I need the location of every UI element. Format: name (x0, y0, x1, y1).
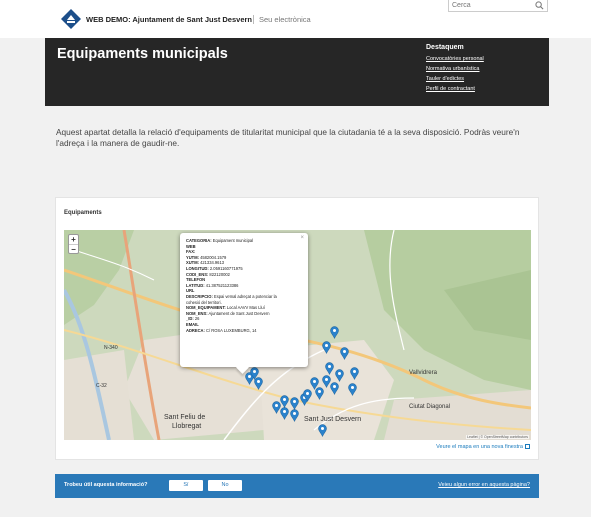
feedback-yes-button[interactable]: Sí (169, 480, 203, 491)
map-marker-icon[interactable] (329, 326, 339, 339)
popup-row-key: EMAIL (186, 321, 199, 327)
highlight-link-perfil[interactable]: Perfil de contractant (426, 84, 546, 94)
map-marker-icon[interactable] (317, 424, 327, 437)
municipality-logo-icon[interactable] (60, 8, 82, 30)
open-map-new-window-link[interactable]: Veure el mapa en una nova finestra (436, 444, 530, 450)
map-marker-icon[interactable] (289, 409, 299, 422)
map-label-ciutat-diagonal: Ciutat Diagonal (409, 404, 451, 410)
highlight-link-convocatories[interactable]: Convocatòries personal (426, 54, 546, 64)
zoom-control: + − (68, 234, 79, 254)
popup-row-value: 2.0591160771975 (208, 265, 243, 271)
popup-row-value: Equipament municipal (211, 238, 254, 243)
popup-row-key: LONGITUD: (186, 265, 209, 271)
popup-row-value: 26 (193, 316, 200, 322)
sub-site-name[interactable]: Seu electrònica (253, 15, 311, 24)
popup-content: CATEGORIA: Equipament municipal WEB FAX: YU… (186, 238, 302, 333)
equipaments-map[interactable]: N-340 C-32 Vallvidrera Ciutat Diagonal S… (64, 230, 531, 440)
site-name[interactable]: WEB DEMO: Ajuntament de Sant Just Desver… (86, 15, 252, 24)
popup-close-button[interactable]: × (300, 235, 304, 241)
map-attribution[interactable]: Leaflet | © OpenStreetMap contributors (466, 435, 529, 439)
popup-row-value: cohesió del territori. (186, 299, 222, 305)
highlight-link-normativa[interactable]: Normativa urbanística (426, 64, 546, 74)
zoom-out-button[interactable]: − (69, 244, 78, 254)
map-marker-icon[interactable] (302, 389, 312, 402)
external-link-icon (525, 444, 530, 450)
map-marker-icon[interactable] (314, 387, 324, 400)
search-icon[interactable] (535, 1, 544, 10)
map-label-vallvidrera: Vallvidrera (409, 370, 437, 376)
popup-row-key: XUTM: (186, 260, 199, 266)
map-marker-icon[interactable] (334, 369, 344, 382)
search-input[interactable] (452, 0, 532, 11)
map-label-road-n340: N-340 (104, 345, 118, 351)
top-bar: WEB DEMO: Ajuntament de Sant Just Desver… (0, 0, 591, 38)
popup-row-key: URL (186, 288, 195, 294)
map-label-sant-just: Sant Just Desvern (304, 416, 362, 423)
equipaments-card: Equipaments N-340 C-32 Vallvidrera Ciuta… (55, 197, 539, 460)
map-marker-icon[interactable] (324, 362, 334, 375)
report-error-link[interactable]: Veieu algun error en aquesta pàgina? (438, 482, 530, 488)
intro-text: Aquest apartat detalla la relació d'equi… (56, 127, 520, 148)
popup-row-key: CATEGORIA: (186, 238, 212, 243)
page-header: Equipaments municipals Destaquem Convoca… (45, 38, 549, 106)
map-marker-icon[interactable] (279, 407, 289, 420)
highlights-box: Destaquem Convocatòries personal Normati… (426, 44, 546, 94)
feedback-question: Trobeu útil aquesta informació? (64, 482, 148, 488)
popup-row-key: DESCRIPCIO: (186, 293, 213, 299)
popup-row-key: NOM_ENS: (186, 310, 208, 316)
popup-row-value: 822120002 (208, 271, 230, 277)
search-box (448, 0, 548, 12)
map-marker-icon[interactable] (329, 382, 339, 395)
popup-row-key: WEB (186, 243, 196, 249)
map-label-sant-feliu: Sant Feliu de (164, 414, 206, 421)
popup-row-key: FAX: (186, 249, 196, 255)
zoom-in-button[interactable]: + (69, 235, 78, 244)
popup-row-value: Local AAVV Mas Lluí (225, 305, 265, 311)
map-marker-icon[interactable] (349, 367, 359, 380)
popup-row: ADRECA: C/ ROSA LUXEMBURG, 14 (186, 328, 302, 334)
map-label-llobregat: Llobregat (172, 423, 202, 430)
popup-row-value: Ajuntament de Sant Just Desvern (207, 310, 270, 316)
popup-row-key: CODI_ENS: (186, 271, 209, 277)
card-title: Equipaments (64, 210, 102, 216)
map-marker-icon[interactable] (321, 341, 331, 354)
map-marker-icon[interactable] (347, 383, 357, 396)
popup-row-key: TELEFON (186, 277, 206, 283)
highlight-link-tauler[interactable]: Tauler d'edictes (426, 74, 546, 84)
popup-row-value: C/ ROSA LUXEMBURG, 14 (204, 327, 257, 333)
popup-row-value: 41.387521123386 (204, 282, 239, 288)
highlights-title: Destaquem (426, 44, 464, 51)
popup-row-key: NOM_EQUIPAMENT: (186, 305, 226, 311)
feedback-no-button[interactable]: No (208, 480, 242, 491)
popup-row-value: 4582004.1579 (198, 254, 227, 260)
open-map-link-label: Veure el mapa en una nova finestra (436, 444, 523, 450)
popup-row-value: Espai veïnal adreçat a potenciar la (212, 293, 277, 299)
popup-row-value: 421334.9613 (198, 260, 225, 266)
popup-row-key: _ID: (186, 316, 194, 322)
map-popup: × CATEGORIA: Equipament municipal WEB FAX:… (180, 233, 308, 374)
page-title: Equipaments municipals (57, 46, 228, 62)
popup-row-key: YUTM: (186, 254, 199, 260)
map-marker-icon[interactable] (339, 347, 349, 360)
feedback-bar: Trobeu útil aquesta informació? Sí No Ve… (55, 474, 539, 498)
map-marker-icon[interactable] (253, 377, 263, 390)
map-label-road-c32: C-32 (96, 383, 107, 389)
popup-row-key: ADRECA: (186, 327, 205, 333)
popup-row-key: LATITUD: (186, 282, 205, 288)
